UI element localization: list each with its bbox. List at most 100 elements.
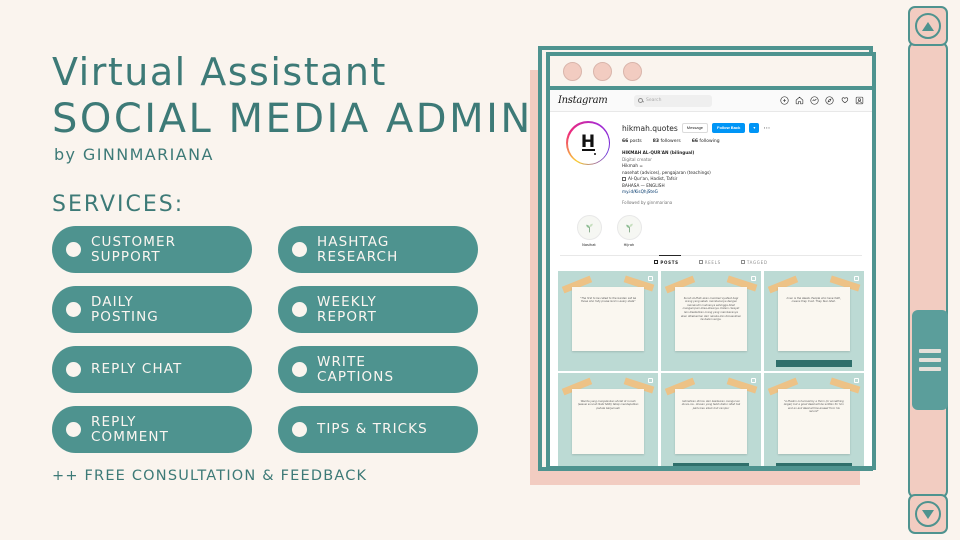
window-close-dot[interactable] — [563, 61, 582, 81]
profile-meta: hikmah.quotes Message Follow Back ▾ ⋯ 66… — [622, 121, 862, 205]
message-button[interactable]: Message — [681, 123, 709, 133]
bullet-icon — [292, 302, 307, 317]
search-input[interactable]: Search — [634, 94, 712, 107]
profile-stats: 66 posts 83 followers 66 following — [622, 139, 862, 144]
browser-titlebar — [550, 56, 872, 90]
service-pill-label: WEEKLY REPORT — [317, 293, 377, 325]
post-inner: "The first to be called to the Garden wi… — [558, 271, 658, 371]
post-thumbnail[interactable]: "A Muslim is harmed by a thorn (or somet… — [763, 373, 864, 466]
poster-left-panel: Virtual Assistant SOCIAL MEDIA ADMIN by … — [0, 0, 530, 540]
instagram-nav-icons — [780, 96, 864, 105]
multi-photo-icon — [853, 378, 859, 384]
footer-note: ++ FREE CONSULTATION & FEEDBACK — [52, 468, 368, 484]
avatar-dot — [593, 152, 596, 155]
service-pill[interactable]: WEEKLY REPORT — [278, 286, 478, 333]
bullet-icon — [66, 362, 81, 377]
service-pill[interactable]: WRITE CAPTIONS — [278, 346, 478, 393]
window-maximize-dot[interactable] — [623, 61, 642, 81]
service-pill[interactable]: REPLY COMMENT — [52, 406, 252, 453]
explore-icon[interactable] — [825, 96, 834, 105]
bullet-icon — [292, 242, 307, 257]
scroll-down-circle — [915, 501, 941, 527]
browser-content: Instagram Search H hikmah.quotes Message… — [550, 90, 872, 466]
tab-tagged[interactable]: TAGGED — [740, 260, 768, 265]
note-body: "The first to be called to the Garden wi… — [572, 287, 644, 351]
post-quote-text: "A Muslim is harmed by a thorn (or somet… — [783, 399, 844, 414]
new-post-icon[interactable] — [780, 96, 789, 105]
note-body: "A Muslim is harmed by a thorn (or somet… — [778, 389, 850, 453]
service-pill[interactable]: HASHTAG RESEARCH — [278, 226, 478, 273]
story-highlight[interactable]: Nasihat — [576, 214, 602, 247]
profile-avatar-icon[interactable] — [855, 96, 864, 105]
scroll-up-button[interactable] — [908, 6, 948, 46]
multi-photo-icon — [751, 275, 757, 281]
multi-photo-icon — [751, 378, 757, 384]
active-tab-indicator — [659, 254, 681, 256]
tab-icon — [654, 260, 659, 264]
window-minimize-dot[interactable] — [593, 61, 612, 81]
decorative-scrollbar — [908, 6, 948, 534]
grip-line — [919, 349, 941, 353]
book-icon — [622, 176, 626, 181]
note-body: Isbirahkan dirimu dari kesibukan menguru… — [675, 389, 747, 453]
multi-photo-icon — [648, 275, 654, 281]
story-highlight-label: Hijrah — [623, 242, 635, 247]
profile-username: hikmah.quotes — [622, 123, 678, 133]
service-pill-label: REPLY CHAT — [91, 361, 183, 377]
story-highlight[interactable]: Hijrah — [616, 214, 642, 247]
plant-icon — [625, 223, 633, 232]
avatar-initial: H — [567, 122, 609, 164]
post-thumbnail[interactable]: Iman is the deeds. People who have faith… — [763, 270, 864, 371]
note-card: "A Muslim is harmed by a thorn (or somet… — [777, 389, 850, 454]
multi-photo-icon — [648, 378, 654, 384]
page-title-line2: SOCIAL MEDIA ADMIN — [52, 96, 533, 142]
grip-line — [919, 358, 941, 362]
avatar[interactable]: H — [566, 121, 610, 165]
bullet-icon — [66, 422, 81, 437]
service-pill-label: CUSTOMER SUPPORT — [91, 233, 177, 265]
home-icon[interactable] — [795, 96, 804, 105]
tab-posts[interactable]: POSTS — [654, 260, 678, 265]
messenger-icon[interactable] — [810, 96, 819, 105]
post-thumbnail[interactable]: Isbirahkan dirimu dari kesibukan menguru… — [660, 373, 762, 466]
note-card: Isbirahkan dirimu dari kesibukan menguru… — [674, 389, 748, 454]
more-options-button[interactable]: ⋯ — [763, 124, 771, 132]
service-pill[interactable]: TIPS & TRICKS — [278, 406, 478, 453]
follow-back-button[interactable]: Follow Back — [712, 123, 746, 133]
post-thumbnail[interactable]: "The first to be called to the Garden wi… — [558, 270, 659, 371]
scrollbar-track[interactable] — [908, 42, 948, 498]
post-thumbnail[interactable]: Wanita yang menjalankan sholat di rumah … — [558, 373, 659, 466]
profile-bio: HIKMAH AL-QUR'AN (bilingual) Digital crea… — [622, 150, 862, 196]
scrollbar-thumb[interactable] — [912, 310, 948, 410]
post-thumbnail[interactable]: Surah Al-Mulk akan memberi syafaat bagi … — [660, 270, 762, 371]
note-body: Iman is the deeds. People who have faith… — [778, 287, 850, 351]
post-quote-text: Wanita yang menjalankan sholat di rumah … — [577, 399, 639, 410]
profile-stat[interactable]: 83 followers — [653, 139, 681, 144]
tab-icon — [740, 260, 745, 264]
services-list: CUSTOMER SUPPORT HASHTAG RESEARCH DAILY PO… — [52, 226, 482, 453]
scroll-down-button[interactable] — [908, 494, 948, 534]
story-highlight-cover — [576, 214, 602, 240]
browser-mockup: Instagram Search H hikmah.quotes Message… — [520, 0, 910, 540]
post-inner: Wanita yang menjalankan sholat di rumah … — [558, 373, 658, 466]
service-pill[interactable]: REPLY CHAT — [52, 346, 252, 393]
service-pill[interactable]: DAILY POSTING — [52, 286, 252, 333]
bio-line[interactable]: my.id/KisQhjSteG — [622, 189, 862, 196]
profile-stat[interactable]: 66 following — [692, 139, 720, 144]
avatar-underline — [581, 148, 595, 151]
instagram-profile-header: H hikmah.quotes Message Follow Back ▾ ⋯ … — [550, 112, 872, 205]
tab-reels[interactable]: REELS — [698, 260, 721, 265]
services-heading: SERVICES: — [52, 192, 185, 217]
follow-dropdown-button[interactable]: ▾ — [749, 123, 760, 133]
note-body: Wanita yang menjalankan sholat di rumah … — [572, 389, 644, 453]
post-banner — [775, 359, 852, 367]
profile-username-row: hikmah.quotes Message Follow Back ▾ ⋯ — [622, 123, 862, 133]
profile-stat[interactable]: 66 posts — [622, 139, 642, 144]
service-pill-label: TIPS & TRICKS — [317, 421, 428, 437]
service-pill[interactable]: CUSTOMER SUPPORT — [52, 226, 252, 273]
post-inner: Surah Al-Mulk akan memberi syafaat bagi … — [661, 271, 761, 371]
heart-icon[interactable] — [840, 96, 849, 105]
instagram-logo[interactable]: Instagram — [558, 95, 610, 106]
note-card: Iman is the deeds. People who have faith… — [777, 286, 850, 351]
post-banner — [672, 462, 750, 466]
